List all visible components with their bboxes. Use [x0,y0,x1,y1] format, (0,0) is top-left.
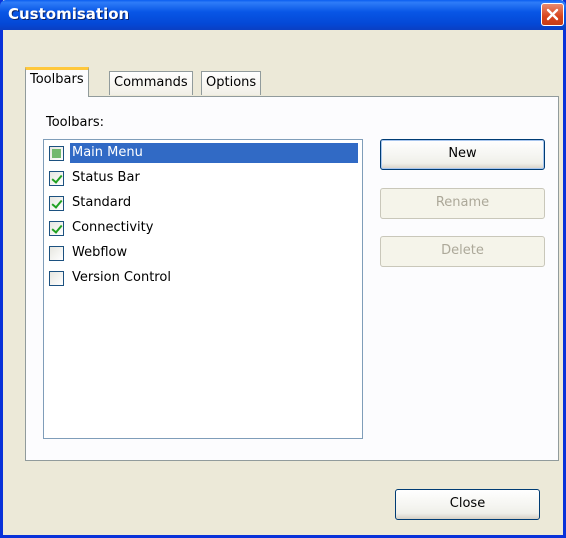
toolbar-item-label: Standard [72,195,132,210]
toolbar-item-standard[interactable]: Standard [46,192,360,214]
toolbar-checkbox-status-bar[interactable] [49,171,64,186]
close-button[interactable]: Close [395,489,540,520]
toolbar-item-main-menu[interactable]: Main Menu [46,142,360,164]
toolbar-item-label: Connectivity [72,220,154,235]
toolbar-checkbox-main-menu[interactable] [49,146,64,161]
toolbar-checkbox-standard[interactable] [49,196,64,211]
toolbars-panel: Toolbars: Main Menu Status Bar Standard … [25,96,559,461]
rename-button[interactable]: Rename [380,188,545,219]
customisation-dialog: Customisation Toolbars Commands Options … [0,0,566,538]
toolbar-item-version-control[interactable]: Version Control [46,267,360,289]
close-icon [546,8,559,21]
toolbar-checkbox-connectivity[interactable] [49,221,64,236]
toolbar-item-label: Webflow [72,245,128,260]
toolbar-item-label: Main Menu [70,143,358,163]
toolbar-item-webflow[interactable]: Webflow [46,242,360,264]
tab-options[interactable]: Options [201,71,262,95]
toolbars-listbox[interactable]: Main Menu Status Bar Standard Connectivi… [43,139,363,439]
toolbar-item-status-bar[interactable]: Status Bar [46,167,360,189]
tab-toolbars[interactable]: Toolbars [25,67,89,97]
toolbar-item-label: Status Bar [72,170,140,185]
toolbars-list-label: Toolbars: [46,115,104,130]
toolbar-checkbox-webflow[interactable] [49,246,64,261]
title-bar[interactable]: Customisation [0,0,566,30]
window-title: Customisation [8,5,130,23]
toolbar-checkbox-version-control[interactable] [49,271,64,286]
window-close-button[interactable] [541,3,564,26]
delete-button[interactable]: Delete [380,236,545,267]
toolbar-item-connectivity[interactable]: Connectivity [46,217,360,239]
toolbar-item-label: Version Control [72,270,171,285]
new-button[interactable]: New [380,139,545,170]
tab-commands[interactable]: Commands [109,71,193,95]
